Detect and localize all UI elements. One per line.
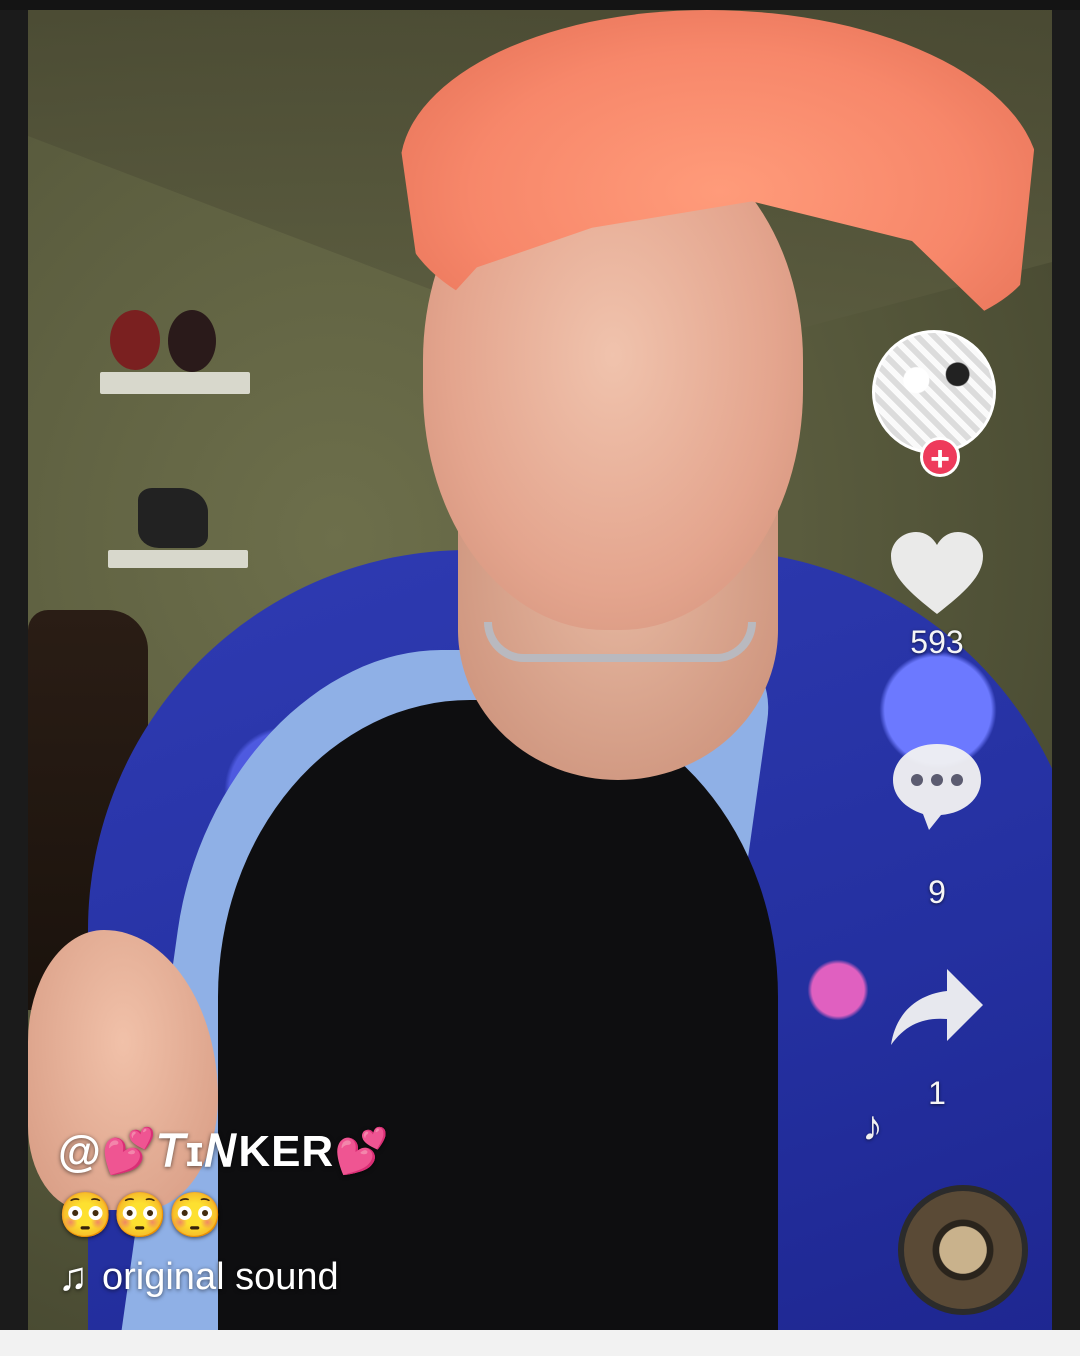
music-note-icon: ♫: [58, 1255, 88, 1299]
comment-count: 9: [928, 874, 946, 910]
creator-avatar[interactable]: [872, 330, 996, 454]
top-border: [0, 0, 1080, 10]
music-note-icon: ♪: [862, 1102, 883, 1149]
figurine: [138, 488, 208, 548]
figurine: [110, 310, 160, 370]
video-caption: @💕𝘛ɪ𝘕KER💕 😳😳😳 ♫ original sound: [58, 1125, 390, 1300]
wall-shelf: [108, 550, 248, 568]
comment-bubble-icon: [893, 744, 981, 830]
creator-username[interactable]: @💕𝘛ɪ𝘕KER💕: [58, 1125, 390, 1177]
sound-link[interactable]: ♫ original sound: [58, 1255, 390, 1300]
share-button[interactable]: 1: [877, 965, 997, 1112]
sound-name: original sound: [102, 1256, 339, 1298]
bottom-border: [0, 1330, 1080, 1356]
comment-button[interactable]: 9: [877, 740, 997, 911]
like-count: 593: [910, 624, 964, 660]
share-count: 1: [928, 1075, 946, 1111]
like-button[interactable]: 593: [877, 530, 997, 661]
sound-disc[interactable]: [898, 1185, 1028, 1315]
wall-shelf: [100, 372, 250, 394]
follow-button[interactable]: +: [920, 437, 960, 478]
video-description: 😳😳😳: [58, 1191, 223, 1240]
heart-icon: [891, 532, 983, 614]
figurine: [168, 310, 216, 372]
share-arrow-icon: [891, 969, 983, 1045]
